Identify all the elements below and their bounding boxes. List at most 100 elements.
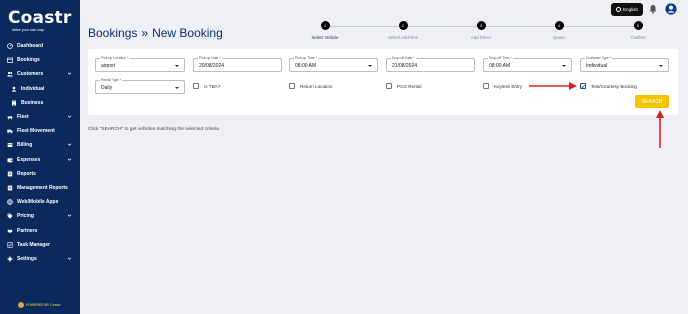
step-confirm[interactable]: 5 Confirm: [613, 21, 663, 40]
dropoff-date-field[interactable]: Drop-off Date * 21/08/2024: [386, 56, 475, 72]
sidebar-item-label: Settings: [17, 255, 37, 262]
pickup-time-select[interactable]: Pick-up Time * 08:00 AM: [289, 56, 378, 72]
sidebar-item-customers[interactable]: Customers: [0, 67, 80, 81]
search-button[interactable]: SEARCH: [635, 95, 669, 108]
report-icon: [6, 184, 13, 191]
sidebar-item-fleet[interactable]: Fleet: [0, 110, 80, 124]
brand-logo[interactable]: Coastr Make your own way.: [8, 9, 74, 32]
sidebar-item-label: Fleet: [17, 114, 29, 121]
pickup-time-label: Pick-up Time *: [294, 56, 318, 60]
rental-type-select[interactable]: Rental Type * Daily: [95, 78, 185, 94]
sidebar-item-label: Fleet Movement: [17, 128, 55, 135]
dropoff-time-label: Drop-off Time *: [488, 56, 513, 60]
calendar-icon: [6, 57, 13, 64]
sidebar-item-web-mobile-apps[interactable]: Web/Mobile Apps: [0, 195, 80, 209]
sidebar-item-label: Reports: [17, 170, 36, 177]
gear-icon: [6, 255, 13, 262]
breadcrumb-bookings[interactable]: Bookings: [88, 26, 137, 40]
language-button[interactable]: English: [611, 3, 643, 16]
car-icon: [6, 114, 13, 121]
dropoff-time-select[interactable]: Drop-off Time * 08:00 AM: [483, 56, 572, 72]
pickup-location-select[interactable]: Pick-up Location * airport: [95, 56, 185, 72]
handshake-icon: [6, 227, 13, 234]
sidebar-item-task-manager[interactable]: Task Manager: [0, 238, 80, 252]
sidebar-nav: Dashboard Bookings Customers Individual Busi…: [0, 39, 80, 266]
chevron-down-icon: [659, 65, 663, 67]
invoice-icon: [6, 142, 13, 149]
building-icon: [10, 99, 17, 106]
step-number: 4: [554, 21, 564, 30]
users-icon: [6, 71, 13, 78]
checkbox-box[interactable]: [483, 83, 489, 89]
return-location-checkbox[interactable]: Return Location: [289, 82, 332, 90]
is-tba-checkbox[interactable]: Is TBA?: [193, 82, 220, 90]
chevron-down-icon: [562, 65, 566, 67]
sidebar-item-partners[interactable]: Partners: [0, 223, 80, 237]
pco-rental-label: PCO Rental: [397, 83, 422, 89]
sidebar-item-label: Dashboard: [17, 43, 44, 50]
sidebar-item-billing[interactable]: Billing: [0, 138, 80, 152]
step-label: Confirm: [630, 35, 646, 40]
sidebar-item-reports[interactable]: Reports: [0, 167, 80, 181]
pco-rental-checkbox[interactable]: PCO Rental: [386, 82, 422, 90]
step-label: Add Driver: [470, 35, 492, 40]
dashboard-icon: [6, 43, 13, 50]
step-select-add-ons[interactable]: 2 Select Add-Ons: [378, 21, 428, 40]
pickup-date-label: Pick-up Date *: [198, 56, 222, 60]
customer-type-select[interactable]: Customer Type * Individual: [580, 56, 669, 72]
step-number: 3: [476, 21, 486, 30]
chevron-down-icon: [67, 213, 72, 218]
powered-by-logo: POWERED BY Coastr: [18, 302, 61, 308]
step-quote[interactable]: 4 Quote: [534, 21, 584, 40]
test-courtesy-booking-label: Test/Courtesy Booking: [591, 83, 637, 89]
coastr-mark-icon: [18, 302, 24, 308]
checkbox-box[interactable]: [193, 83, 199, 89]
annotation-arrow-up-icon: [656, 110, 664, 148]
step-select-vehicle[interactable]: 1 Select Vehicle: [300, 21, 350, 40]
step-label: Quote: [553, 35, 565, 40]
sidebar-item-settings[interactable]: Settings: [0, 252, 80, 266]
checkbox-box[interactable]: [289, 83, 295, 89]
sidebar-item-individual[interactable]: Individual: [0, 82, 80, 96]
sidebar-item-bookings[interactable]: Bookings: [0, 53, 80, 67]
sidebar-item-label: Partners: [17, 227, 38, 234]
sidebar-item-fleet-movement[interactable]: Fleet Movement: [0, 124, 80, 138]
sidebar-item-pricing[interactable]: Pricing: [0, 209, 80, 223]
user-avatar-icon[interactable]: [665, 3, 677, 15]
test-courtesy-booking-checkbox[interactable]: Test/Courtesy Booking: [580, 82, 637, 90]
report-icon: [6, 170, 13, 177]
sidebar-item-expenses[interactable]: Expenses: [0, 153, 80, 167]
chevron-down-icon: [175, 65, 179, 67]
keyless-entry-label: Keyless Entry: [494, 83, 523, 89]
step-number: 2: [398, 21, 408, 30]
step-label: Select Vehicle: [311, 35, 339, 40]
sidebar-item-label: Bookings: [17, 57, 40, 64]
annotation-arrow-right-icon: [529, 82, 577, 90]
dropoff-time-value: 08:00 AM: [489, 63, 511, 69]
chevron-down-icon: [67, 157, 72, 162]
search-hint-text: Click "SEARCH" to get vehicles matching …: [88, 127, 219, 132]
step-add-driver[interactable]: 3 Add Driver: [456, 21, 506, 40]
sidebar-item-label: Customers: [17, 71, 44, 78]
sidebar-item-business[interactable]: Business: [0, 96, 80, 110]
sidebar-item-dashboard[interactable]: Dashboard: [0, 39, 80, 53]
sidebar-item-label: Billing: [17, 142, 33, 149]
checkbox-box-checked[interactable]: [580, 83, 586, 89]
booking-stepper: 1 Select Vehicle 2 Select Add-Ons 3 Add …: [300, 21, 660, 45]
pickup-location-value: airport: [101, 63, 116, 69]
breadcrumb-new-booking: New Booking: [152, 26, 223, 40]
sidebar-item-label: Expenses: [17, 156, 41, 163]
keyless-entry-checkbox[interactable]: Keyless Entry: [483, 82, 522, 90]
pickup-date-field[interactable]: Pick-up Date * 20/08/2024: [193, 56, 282, 72]
sidebar-item-management-reports[interactable]: Management Reports: [0, 181, 80, 195]
tasks-icon: [6, 241, 13, 248]
bell-icon[interactable]: [648, 4, 658, 14]
checkbox-box[interactable]: [386, 83, 392, 89]
powered-by-label: POWERED BY Coastr: [26, 303, 61, 307]
brand-tagline: Make your own way.: [12, 28, 45, 32]
chevron-down-icon: [368, 65, 372, 67]
user-icon: [10, 85, 17, 92]
sidebar-item-label: Individual: [21, 85, 45, 92]
rental-type-value: Daily: [101, 85, 113, 91]
language-label: English: [622, 7, 639, 12]
